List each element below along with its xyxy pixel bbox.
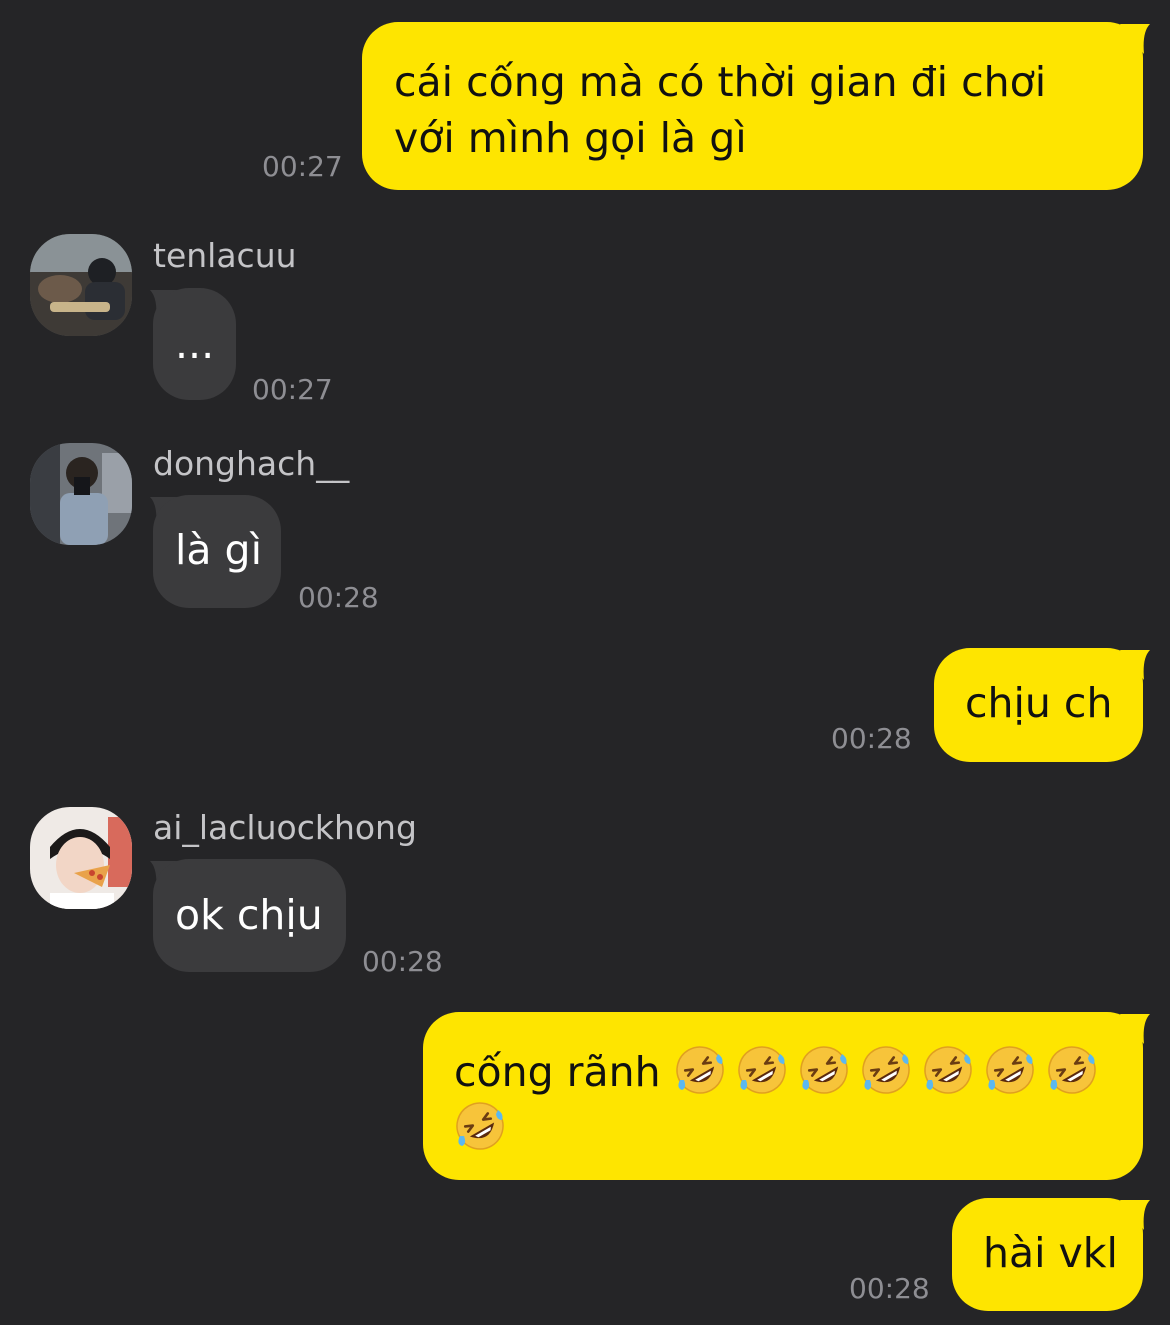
message-text: chịu ch	[965, 679, 1113, 727]
sender-name: ai_lacluockhong	[153, 808, 417, 847]
rolling-on-floor-laughing-icon	[985, 1046, 1034, 1094]
message-time: 00:28	[831, 722, 912, 755]
avatar[interactable]	[30, 234, 132, 336]
message-text: ok chịu	[175, 891, 323, 939]
message-bubble[interactable]: chịu ch	[934, 648, 1143, 762]
sender-name: tenlacuu	[153, 236, 297, 275]
message-bubble[interactable]: là gì	[153, 495, 281, 608]
sender-name: donghach__	[153, 444, 350, 483]
message-text: cái cống mà có thời gian đi chơi với mìn…	[394, 58, 1047, 162]
message-text: hài vkl	[983, 1229, 1118, 1277]
rolling-on-floor-laughing-icon	[861, 1046, 910, 1094]
rolling-on-floor-laughing-icon	[799, 1046, 848, 1094]
message-time: 00:28	[849, 1272, 930, 1305]
message-bubble[interactable]: hài vkl	[952, 1198, 1143, 1311]
message-time: 00:28	[362, 945, 443, 978]
avatar[interactable]	[30, 807, 132, 909]
avatar-photo	[30, 443, 132, 545]
rolling-on-floor-laughing-icon	[675, 1046, 724, 1094]
rolling-on-floor-laughing-icon	[1047, 1046, 1096, 1094]
rolling-on-floor-laughing-icon	[923, 1046, 972, 1094]
message-text: là gì	[175, 526, 262, 574]
rolling-on-floor-laughing-icon	[456, 1102, 504, 1150]
message-bubble[interactable]: cống rãnh	[423, 1012, 1143, 1180]
message-bubble[interactable]: cái cống mà có thời gian đi chơi với mìn…	[362, 22, 1143, 190]
message-time: 00:27	[252, 373, 333, 406]
message-bubble[interactable]: ...	[153, 288, 236, 400]
message-text: cống rãnh	[454, 1048, 661, 1096]
message-time: 00:27	[262, 150, 343, 183]
rolling-on-floor-laughing-icon	[737, 1046, 786, 1094]
message-text: ...	[175, 320, 215, 368]
avatar[interactable]	[30, 443, 132, 545]
avatar-photo	[30, 234, 132, 336]
avatar-photo	[30, 807, 132, 909]
message-time: 00:28	[298, 581, 379, 614]
message-bubble[interactable]: ok chịu	[153, 859, 346, 972]
